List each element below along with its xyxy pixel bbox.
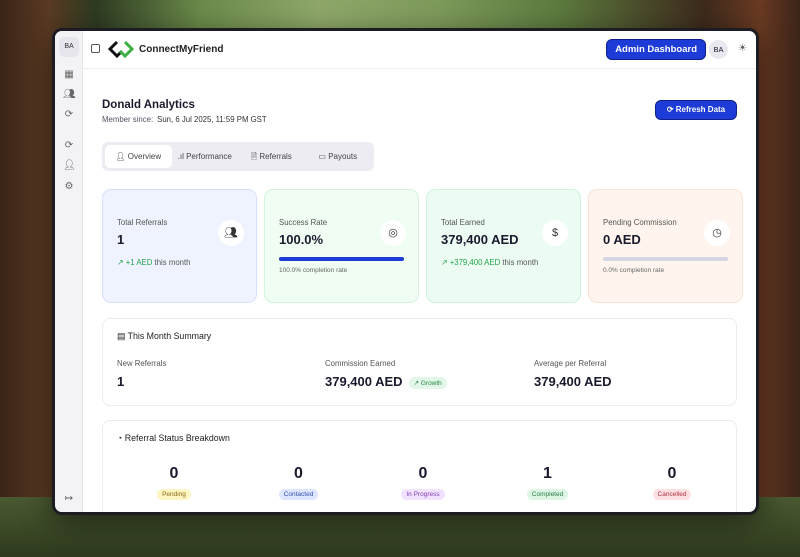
- progress-bar: [603, 257, 728, 261]
- stat-label: Commission Earned: [325, 359, 396, 368]
- app-window: BA ▦ 👥︎ ⟳ ⟳ 👤︎ ⚙ ↦ ConnectMyFriend Admin…: [52, 28, 759, 515]
- target-icon: ◎: [380, 220, 406, 246]
- member-since-label: Member since:: [102, 115, 154, 124]
- status-completed: 1 Completed: [508, 465, 588, 501]
- trend-value: +379,400 AED: [449, 258, 501, 267]
- sidebar-avatar[interactable]: BA: [59, 37, 79, 57]
- status-count: 0: [169, 465, 179, 482]
- stat-label: New Referrals: [117, 359, 167, 368]
- status-contacted: 0 Contacted: [259, 465, 339, 501]
- refresh-icon: ⟳: [666, 105, 676, 114]
- status-badge: Contacted: [278, 489, 319, 500]
- trend-up-icon: ↗: [117, 258, 126, 267]
- tab-bar: 👤︎ Overview .ıl Performance 🗎︎ Referrals…: [102, 142, 374, 171]
- status-in-progress: 0 In Progress: [383, 465, 463, 501]
- status-count: 1: [543, 465, 552, 482]
- calendar-icon: ▤: [117, 331, 128, 341]
- user-check-icon[interactable]: 👤︎: [63, 160, 76, 172]
- tab-label: Overview: [127, 152, 162, 161]
- theme-toggle-icon[interactable]: ☀: [738, 43, 747, 54]
- status-pending: 0 Pending: [134, 465, 214, 501]
- growth-badge: ↗ Growth: [408, 376, 447, 389]
- status-badge: In Progress: [401, 489, 445, 500]
- member-since-date: Sun, 6 Jul 2025, 11:59 PM GST: [157, 115, 267, 124]
- progress-fill: [279, 257, 404, 261]
- logout-icon[interactable]: ↦: [63, 493, 75, 505]
- trend-value: +1 AED: [125, 258, 153, 267]
- card-pending-commission: Pending Commission 0 AED ◷ 0.0% completi…: [588, 189, 743, 303]
- card-subtext: 100.0% completion rate: [279, 267, 348, 274]
- card-value: 1: [117, 232, 125, 247]
- sidebar: BA ▦ 👥︎ ⟳ ⟳ 👤︎ ⚙ ↦: [55, 31, 83, 512]
- new-referrals: New Referrals 1: [117, 359, 166, 389]
- sync-icon[interactable]: ⟳: [63, 109, 75, 121]
- commission-earned: Commission Earned 379,400 AED ↗ Growth: [325, 359, 447, 389]
- trend-up-icon: ↗: [441, 258, 450, 267]
- status-badge: Pending: [157, 489, 191, 500]
- average-per-referral: Average per Referral 379,400 AED: [534, 359, 612, 389]
- sidebar-toggle-icon[interactable]: [91, 44, 100, 53]
- card-success-rate: Success Rate 100.0% ◎ 100.0% completion …: [264, 189, 419, 303]
- tab-payouts[interactable]: ▭ Payouts: [305, 145, 372, 168]
- member-since: Member since: Sun, 6 Jul 2025, 11:59 PM G…: [102, 115, 267, 124]
- settings-icon[interactable]: ⚙: [63, 181, 75, 193]
- status-badge: Cancelled: [652, 489, 692, 500]
- panel-title: ▤ This Month Summary: [117, 331, 211, 342]
- user-avatar[interactable]: BA: [709, 40, 728, 59]
- users-icon[interactable]: 👥︎: [63, 89, 76, 101]
- tab-overview[interactable]: 👤︎ Overview: [105, 145, 172, 168]
- logo-icon: [108, 40, 134, 59]
- dollar-icon: $: [542, 220, 568, 246]
- status-breakdown-panel: ◔ Referral Status Breakdown 0 Pending 0 Con…: [102, 420, 737, 512]
- main-content: Donald Analytics Member since: Sun, 6 Jul…: [83, 70, 756, 512]
- card-value: 0 AED: [603, 232, 641, 247]
- growth-label: Growth: [420, 379, 442, 387]
- app-name: ConnectMyFriend: [139, 44, 224, 55]
- dashboard-icon[interactable]: ▦: [63, 69, 75, 81]
- header: ConnectMyFriend Admin Dashboard BA ☀: [83, 31, 756, 69]
- stat-value: 379,400 AED: [325, 374, 403, 389]
- card-trend: ↗ +379,400 AED this month: [441, 258, 538, 267]
- status-count: 0: [667, 465, 677, 482]
- refresh-icon[interactable]: ⟳: [63, 140, 75, 152]
- tab-label: Payouts: [328, 152, 358, 161]
- users-icon: 👥︎: [218, 220, 244, 246]
- progress-bar: [279, 257, 404, 261]
- pie-chart-icon: ◔: [117, 433, 125, 443]
- status-badge: Completed: [526, 489, 569, 500]
- card-total-earned: Total Earned 379,400 AED $ ↗ +379,400 AE…: [426, 189, 581, 303]
- card-total-referrals: Total Referrals 1 👥︎ ↗ +1 AED this month: [102, 189, 257, 303]
- stat-value: 379,400 AED: [534, 374, 612, 389]
- refresh-label: Refresh Data: [675, 105, 726, 114]
- refresh-data-button[interactable]: ⟳ Refresh Data: [655, 100, 737, 120]
- trend-suffix: this month: [502, 258, 539, 267]
- stat-value: 1: [117, 374, 125, 389]
- tab-label: Performance: [186, 152, 232, 161]
- status-cancelled: 0 Cancelled: [632, 465, 712, 501]
- panel-title: ◔ Referral Status Breakdown: [117, 433, 230, 443]
- card-label: Total Referrals: [117, 218, 168, 227]
- trend-suffix: this month: [154, 258, 191, 267]
- card-subtext: 0.0% completion rate: [603, 267, 665, 274]
- card-label: Pending Commission: [603, 218, 677, 227]
- status-count: 0: [294, 465, 303, 482]
- card-label: Success Rate: [279, 218, 328, 227]
- admin-dashboard-button[interactable]: Admin Dashboard: [606, 39, 706, 60]
- card-value: 100.0%: [279, 232, 324, 247]
- tab-label: Referrals: [259, 152, 292, 161]
- summary-title: This Month Summary: [127, 331, 212, 341]
- card-trend: ↗ +1 AED this month: [117, 258, 191, 267]
- tab-referrals[interactable]: 🗎︎ Referrals: [238, 145, 305, 168]
- card-value: 379,400 AED: [441, 232, 519, 247]
- month-summary-panel: ▤ This Month Summary New Referrals 1 Comm…: [102, 318, 737, 406]
- card-label: Total Earned: [441, 218, 485, 227]
- page-title: Donald Analytics: [102, 99, 195, 111]
- stat-label: Average per Referral: [534, 359, 607, 368]
- tab-performance[interactable]: .ıl Performance: [172, 145, 239, 168]
- status-count: 0: [418, 465, 428, 482]
- breakdown-title: Referral Status Breakdown: [124, 433, 230, 443]
- clock-icon: ◷: [704, 220, 730, 246]
